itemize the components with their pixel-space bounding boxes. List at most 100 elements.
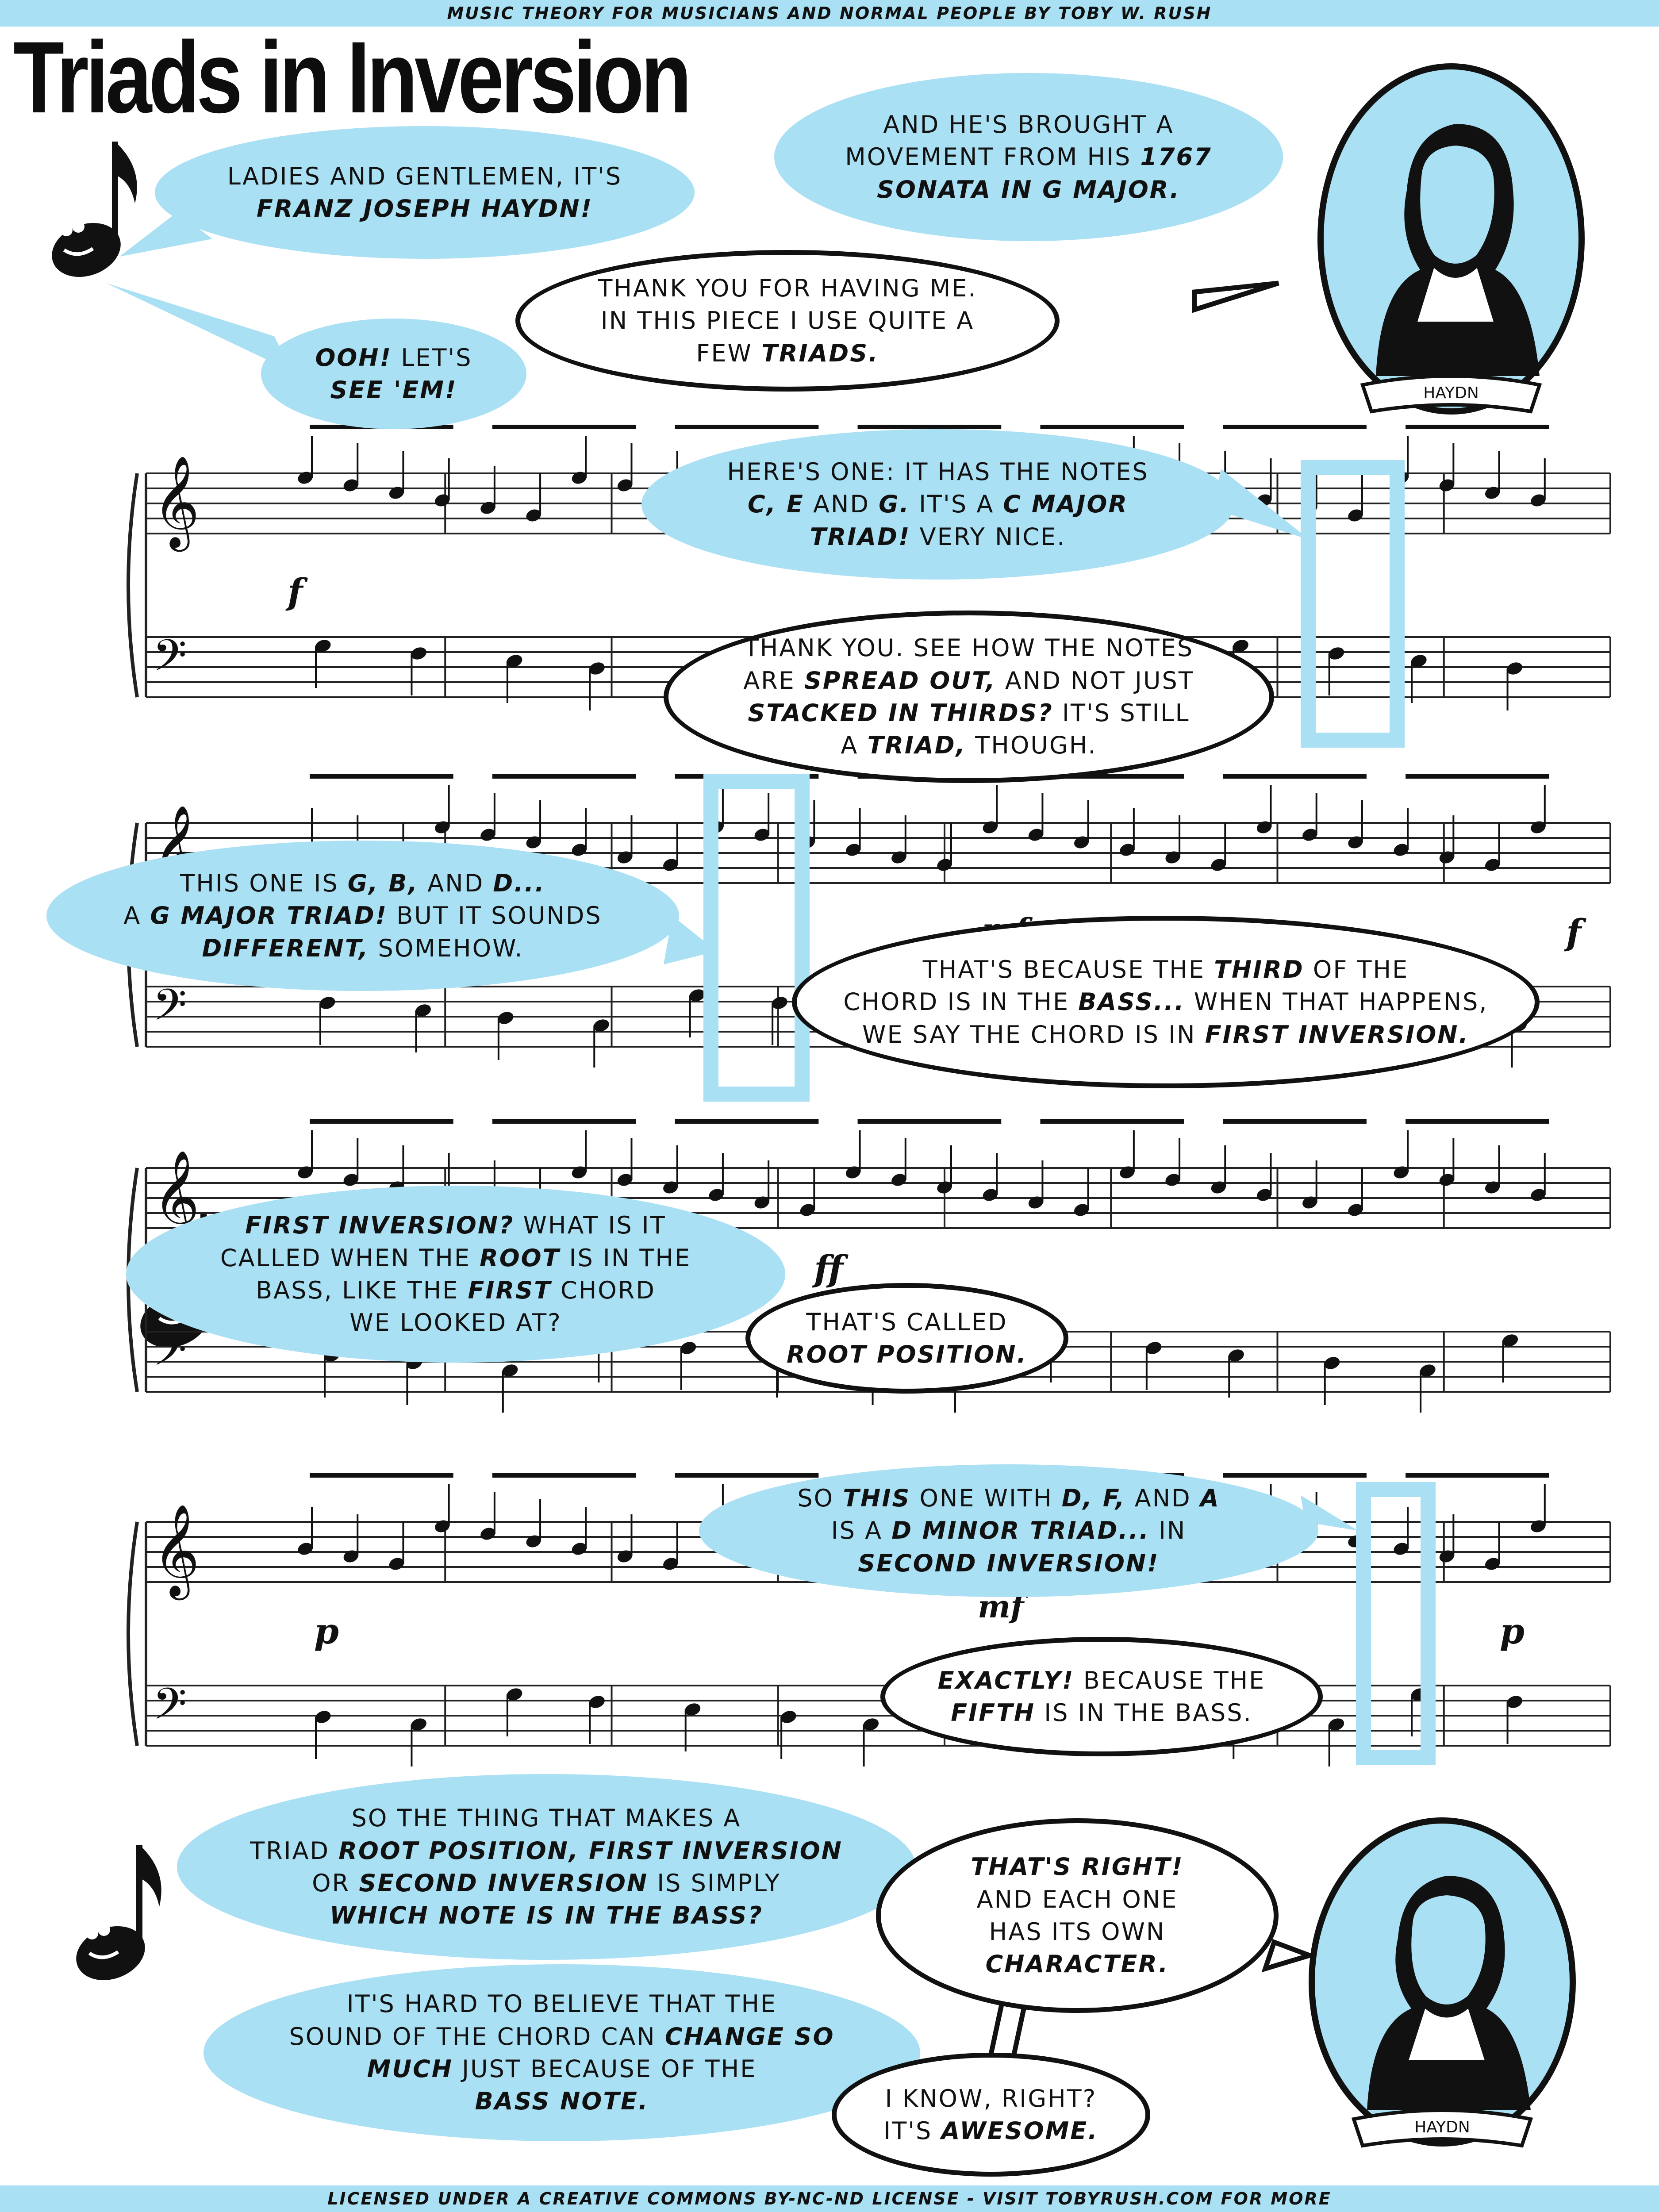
bubble-line: CHARACTER. [986,1948,1169,1980]
bubble-text: IS A [831,1517,892,1545]
bubble-text: THIS ONE IS [180,869,348,897]
bubble-text-emphasis: G MAJOR TRIAD! [150,902,388,930]
bubble-text-emphasis: TRIADS. [761,339,879,367]
bubble-line: THIS ONE IS G, B, AND D... [180,867,545,899]
bubble-text: LET'S [392,343,472,372]
bubble-line: OR SECOND INVERSION IS SIMPLY [312,1867,781,1899]
speech-bubble-spread-out: THANK YOU. SEE HOW THE NOTES ARE SPREAD … [664,611,1274,783]
bubble-line: LADIES AND GENTLEMEN, IT'S [227,160,622,192]
bubble-line: CALLED WHEN THE ROOT IS IN THE [220,1242,691,1274]
bubble-line: SECOND INVERSION! [858,1547,1159,1579]
bubble-text-emphasis: FIRST INVERSION. [1205,1020,1469,1048]
bubble-line: HAS ITS OWN [989,1916,1166,1948]
bubble-text: A [123,902,150,930]
bubble-text-emphasis: C, E [748,490,804,518]
bubble-text: WHAT IS IT [514,1211,666,1240]
bubble-text: MOVEMENT FROM HIS [845,143,1141,171]
bubble-text-emphasis: SONATA IN G MAJOR. [877,175,1180,204]
bubble-text: WE SAY THE CHORD IS IN [862,1020,1205,1048]
bubble-line: TRIAD ROOT POSITION, FIRST INVERSION [250,1835,843,1867]
bubble-text-emphasis: AWESOME. [941,2117,1098,2145]
speech-bubble-see-em: OOH! LET'S SEE 'EM! [261,319,526,429]
bubble-text: ONE WITH [910,1484,1062,1512]
bubble-text: LADIES AND GENTLEMEN, IT'S [227,162,622,190]
bubble-text-emphasis: DIFFERENT, [202,934,369,962]
bubble-text-emphasis: C MAJOR [1003,490,1128,518]
bubble-text: AND EACH ONE [976,1885,1178,1913]
bubble-line: THAT'S RIGHT! [971,1851,1183,1883]
bubble-text-emphasis: EXACTLY! [937,1666,1075,1694]
bubble-line: SEE 'EM! [330,374,457,406]
bubble-text: WE LOOKED AT? [349,1309,562,1337]
bubble-text: VERY NICE. [910,522,1066,551]
speech-bubble-hard-to-believe: IT'S HARD TO BELIEVE THAT THE SOUND OF T… [204,1964,920,2141]
bubble-text-emphasis: ROOT POSITION, FIRST INVERSION [338,1836,843,1865]
bubble-text-emphasis: STACKED IN THIRDS? [748,699,1053,727]
bubble-line: WHICH NOTE IS IN THE BASS? [330,1899,763,1932]
bubble-line: THAT'S BECAUSE THE THIRD OF THE [923,953,1409,986]
bubble-line: FEW TRIADS. [696,337,879,369]
bubble-line: IN THIS PIECE I USE QUITE A [601,304,974,337]
bubble-text-emphasis: D MINOR TRIAD... [891,1517,1150,1545]
bubble-line: FIRST INVERSION? WHAT IS IT [245,1209,666,1241]
bubble-text: HAS ITS OWN [989,1918,1166,1946]
bubble-line: WE SAY THE CHORD IS IN FIRST INVERSION. [862,1018,1469,1051]
bubble-text: ARE [743,666,804,695]
bubble-text-emphasis: SPREAD OUT, [804,666,996,695]
bubble-text: SOUND OF THE CHORD CAN [289,2022,665,2051]
bubble-line: TRIAD! VERY NICE. [810,521,1066,553]
bubble-text-emphasis: THIRD [1214,955,1304,983]
bubble-line: IT'S AWESOME. [883,2115,1098,2147]
speech-bubble-fifth-in-bass: EXACTLY! BECAUSE THE FIFTH IS IN THE BAS… [880,1637,1323,1756]
bubble-text: TRIAD [250,1836,339,1865]
bubble-text-emphasis: TRIAD! [810,522,911,551]
bubble-text-emphasis: G. [879,490,910,518]
bubble-text: OF THE [1304,955,1409,983]
bubble-text: THAT'S BECAUSE THE [922,955,1214,983]
bubble-text-emphasis: TRIAD, [867,731,967,760]
bubble-line: C, E AND G. IT'S A C MAJOR [748,488,1128,520]
bubble-text-emphasis: BASS NOTE. [475,2087,649,2116]
bubble-text-emphasis: WHICH NOTE IS IN THE BASS? [330,1901,763,1930]
bubble-text: IT'S [883,2117,941,2145]
bubble-text: JUST BECAUSE OF THE [453,2055,757,2083]
speech-bubble-root-position: THAT'S CALLED ROOT POSITION. [745,1283,1068,1394]
bubble-text-emphasis: SECOND INVERSION! [858,1549,1160,1577]
speech-bubble-awesome: I KNOW, RIGHT? IT'S AWESOME. [832,2053,1150,2177]
bubble-text: SO [797,1484,843,1512]
bubble-text: IN [1149,1517,1187,1545]
bubble-text: FEW [696,339,762,367]
bubble-line: A G MAJOR TRIAD! BUT IT SOUNDS [123,899,602,932]
bubble-line: DIFFERENT, SOMEHOW. [202,932,523,964]
speech-bubble-sonata: AND HE'S BROUGHT A MOVEMENT FROM HIS 176… [774,73,1283,241]
bubble-text: CHORD IS IN THE [843,988,1079,1016]
bubble-text: THAT'S CALLED [806,1308,1008,1336]
bubble-text: IN THIS PIECE I USE QUITE A [600,307,975,335]
speech-bubble-c-major: HERE'S ONE: IT HAS THE NOTES C, E AND G.… [641,429,1234,580]
bubble-text: CALLED WHEN THE [220,1244,480,1272]
bubble-line: THAT'S CALLED [806,1306,1007,1338]
bubble-line: I KNOW, RIGHT? [885,2082,1097,2115]
bubble-line: BASS, LIKE THE FIRST CHORD [256,1274,656,1306]
bubble-text: THOUGH. [966,731,1097,760]
bubble-text: AND [1125,1484,1200,1512]
bubble-text: I KNOW, RIGHT? [885,2084,1097,2112]
bubble-text: IT'S HARD TO BELIEVE THAT THE [346,1990,777,2018]
bubble-text-emphasis: 1767 [1140,143,1212,171]
bubble-line: AND HE'S BROUGHT A [883,108,1174,141]
bubble-text: SOMEHOW. [369,934,524,962]
bubble-text: WHEN THAT HAPPENS, [1185,988,1488,1016]
bubble-text: HERE'S ONE: IT HAS THE NOTES [727,457,1149,486]
bubble-line: IT'S HARD TO BELIEVE THAT THE [347,1988,777,2020]
bubble-line: FIFTH IS IN THE BASS. [951,1697,1252,1729]
bubble-line: SO THE THING THAT MAKES A [352,1802,741,1834]
bubble-text-emphasis: CHANGE SO [664,2022,835,2051]
speech-bubble-root-question: FIRST INVERSION? WHAT IS IT CALLED WHEN … [126,1186,785,1363]
speech-bubble-g-major: THIS ONE IS G, B, AND D... A G MAJOR TRI… [46,841,679,991]
bubble-text: AND [419,869,493,897]
bubble-line: IS A D MINOR TRIAD... IN [831,1514,1187,1547]
bubble-text: IT'S STILL [1053,699,1190,727]
bubble-line: MUCH JUST BECAUSE OF THE [367,2053,757,2085]
bubble-text-emphasis: A [1200,1484,1220,1512]
bubble-line: SO THIS ONE WITH D, F, AND A [797,1482,1220,1514]
